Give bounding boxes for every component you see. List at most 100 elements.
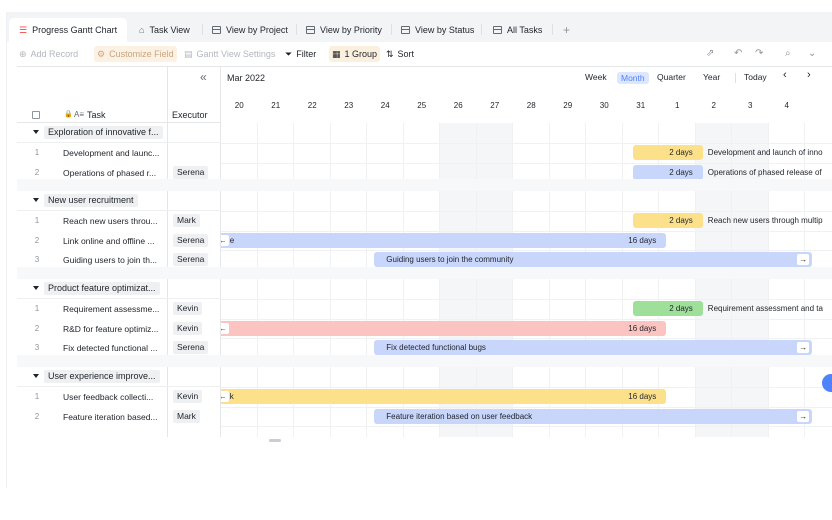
task-row[interactable]: 1 Reach new users throu... Mark	[17, 211, 221, 231]
task-bar[interactable]: 2 days	[633, 164, 703, 180]
task-row[interactable]: 2 Link online and offline ... Serena	[17, 231, 221, 251]
group-gap	[17, 267, 221, 279]
task-bar[interactable]: Fix detected functional bugs →	[374, 340, 813, 355]
tab-all-tasks[interactable]: All Tasks	[493, 18, 542, 42]
collapse-icon[interactable]: «	[200, 70, 207, 84]
task-bar[interactable]: 2 days	[633, 213, 703, 228]
arrow-left-icon[interactable]: ←	[221, 234, 229, 246]
executor-tag[interactable]: Serena	[173, 233, 209, 247]
add-record-button[interactable]: ⊕ Add Record	[19, 46, 78, 62]
select-all-checkbox[interactable]	[32, 111, 40, 119]
gantt-settings-button[interactable]: ▤ Gantt View Settings	[184, 46, 275, 62]
day-label: 1	[675, 101, 680, 110]
task-name[interactable]: User feedback collecti...	[63, 392, 164, 402]
undo-icon[interactable]: ↶	[734, 48, 742, 59]
executor-tag[interactable]: Kevin	[173, 390, 203, 403]
group-header[interactable]: User experience improve...	[17, 367, 221, 387]
task-name[interactable]: Reach new users throu...	[63, 216, 164, 226]
today-button[interactable]: Today	[744, 72, 767, 82]
month-label: Mar 2022	[227, 73, 266, 83]
next-arrow-icon[interactable]: ›	[807, 69, 811, 81]
group-header[interactable]: Exploration of innovative f...	[17, 123, 221, 143]
task-name[interactable]: R&D for feature optimiz...	[63, 324, 164, 334]
task-row[interactable]: 1 Requirement assessme... Kevin	[17, 299, 221, 319]
executor-tag[interactable]: Serena	[173, 165, 209, 179]
task-bar[interactable]: 2 days	[633, 301, 703, 316]
task-bar[interactable]: Feature iteration based on user feedback…	[374, 408, 813, 424]
task-row[interactable]: 1 User feedback collecti... Kevin	[17, 387, 221, 407]
row-divider	[221, 143, 832, 144]
tab-task-view[interactable]: ⌂ Task View	[139, 18, 190, 42]
arrow-right-icon[interactable]: →	[797, 342, 810, 353]
share-icon[interactable]: ⇗	[706, 48, 714, 59]
more-icon[interactable]: ⌄	[808, 48, 816, 59]
horizontal-scrollbar[interactable]	[269, 439, 281, 442]
filter-button[interactable]: ⏷ Filter	[285, 46, 316, 62]
bar-text: Feature iteration based on user feedback	[386, 411, 533, 421]
executor-tag[interactable]: Serena	[173, 253, 209, 266]
view-month-button[interactable]: Month	[617, 72, 649, 84]
expand-arrow-icon[interactable]	[33, 198, 39, 202]
arrow-right-icon[interactable]: →	[797, 410, 810, 422]
expand-arrow-icon[interactable]	[33, 286, 39, 290]
tab-progress-gantt-chart[interactable]: ☰ Progress Gantt Chart	[9, 18, 128, 42]
task-bar[interactable]: Guiding users to join the community →	[374, 252, 813, 267]
redo-icon[interactable]: ↷	[755, 48, 763, 59]
executor-tag[interactable]: Kevin	[173, 321, 203, 335]
task-name[interactable]: Operations of phased r...	[63, 168, 164, 178]
prev-arrow-icon[interactable]: ‹	[783, 69, 787, 81]
day-label: 26	[453, 101, 463, 110]
bar-outside-label: Reach new users through multip	[707, 216, 823, 225]
task-name[interactable]: Feature iteration based...	[63, 412, 164, 422]
row-number: 1	[34, 216, 40, 225]
tab-view-by-status[interactable]: View by Status	[401, 18, 474, 42]
task-row[interactable]: 2 Feature iteration based... Mark	[17, 407, 221, 427]
view-week-button[interactable]: Week	[585, 72, 607, 82]
tab-view-by-project[interactable]: View by Project	[212, 18, 288, 42]
task-bar[interactable]: ← k 16 days	[221, 389, 667, 404]
row-divider	[221, 250, 832, 251]
add-view-button[interactable]: +	[563, 18, 570, 42]
task-bar[interactable]: ← e 16 days	[221, 232, 667, 248]
task-column-header[interactable]: Task	[87, 110, 106, 120]
view-year-button[interactable]: Year	[703, 72, 720, 82]
day-label: 20	[234, 101, 244, 110]
executor-tag[interactable]: Mark	[173, 409, 200, 423]
duration-label: 16 days	[628, 392, 657, 401]
expand-arrow-icon[interactable]	[33, 130, 39, 134]
arrow-right-icon[interactable]: →	[797, 254, 810, 265]
task-bar[interactable]: ← 16 days	[221, 320, 667, 336]
arrow-left-icon[interactable]: ←	[221, 322, 229, 334]
group-button[interactable]: ▦ 1 Group	[329, 46, 381, 62]
executor-tag[interactable]: Serena	[173, 341, 209, 354]
day-label: 31	[636, 101, 646, 110]
arrow-left-icon[interactable]: ←	[221, 391, 229, 402]
view-quarter-button[interactable]: Quarter	[657, 72, 686, 82]
customize-field-button[interactable]: ⚙ Customize Field	[94, 46, 177, 62]
search-icon[interactable]: ⌕	[785, 48, 791, 59]
duration-label: 2 days	[669, 148, 693, 157]
sort-button[interactable]: ⇅ Sort	[386, 46, 414, 62]
day-label: 4	[784, 101, 789, 110]
task-name[interactable]: Guiding users to join th...	[63, 255, 164, 265]
group-gap	[221, 179, 832, 191]
task-name[interactable]: Requirement assessme...	[63, 304, 164, 314]
group-header[interactable]: New user recruitment	[17, 191, 221, 211]
executor-column-header[interactable]: Executor	[172, 110, 208, 120]
task-row[interactable]: 1 Development and launc...	[17, 143, 221, 163]
task-bar[interactable]: 2 days	[633, 145, 703, 160]
group-header[interactable]: Product feature optimizat...	[17, 279, 221, 299]
tab-view-by-priority[interactable]: View by Priority	[306, 18, 382, 42]
task-name[interactable]: Link online and offline ...	[63, 236, 164, 246]
grid-icon	[493, 26, 502, 34]
task-row[interactable]: 2 R&D for feature optimiz... Kevin	[17, 319, 221, 339]
timeline-pane: Mar 2022 Week Month Quarter Year Today ‹…	[221, 67, 832, 437]
day-label: 2	[711, 101, 716, 110]
task-name[interactable]: Fix detected functional ...	[63, 343, 164, 353]
expand-arrow-icon[interactable]	[33, 374, 39, 378]
tab-label: View by Status	[415, 25, 475, 35]
executor-tag[interactable]: Kevin	[173, 302, 203, 315]
task-name[interactable]: Development and launc...	[63, 148, 164, 158]
executor-tag[interactable]: Mark	[173, 214, 200, 227]
row-divider	[221, 318, 832, 320]
